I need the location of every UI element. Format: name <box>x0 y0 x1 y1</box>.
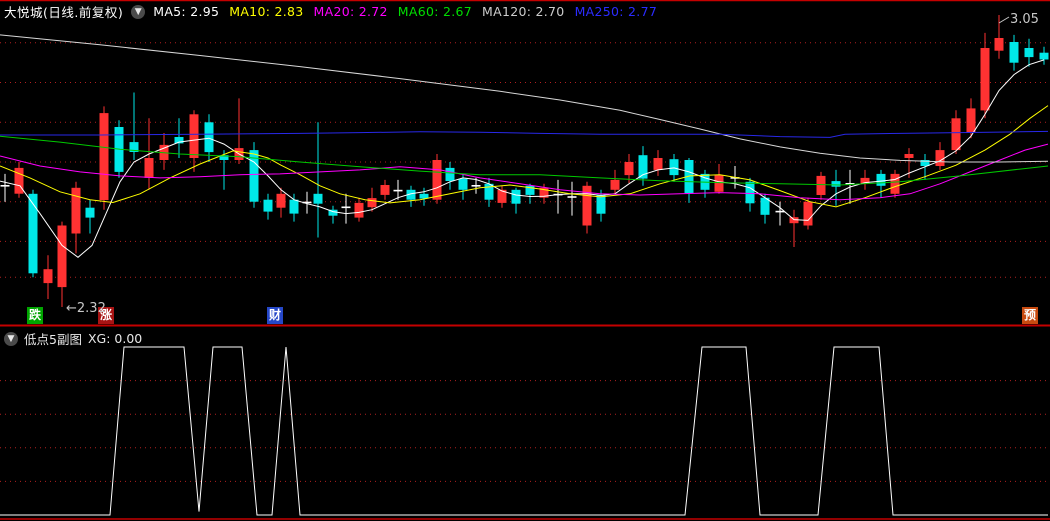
candle <box>367 198 377 208</box>
candle <box>471 185 481 187</box>
candle <box>966 108 976 133</box>
candle <box>71 187 81 234</box>
candle <box>775 210 785 213</box>
candle <box>980 48 990 111</box>
ma-legend-item: MA120: 2.70 <box>482 4 565 19</box>
event-badge[interactable]: 财 <box>267 307 283 324</box>
candle <box>0 185 10 187</box>
chevron-down-icon[interactable]: ▼ <box>4 331 18 346</box>
candle <box>276 193 286 208</box>
candle <box>890 173 900 194</box>
ma-legend: MA5: 2.95 MA10: 2.83 MA20: 2.72 MA60: 2.67 M… <box>153 4 657 19</box>
ma-legend-item: MA10: 2.83 <box>229 4 304 19</box>
candle <box>144 158 154 178</box>
low-price-label: ←2.32 <box>66 301 106 316</box>
main-chart-header: 大悦城(日线.前复权) ▼ MA5: 2.95 MA10: 2.83 MA20: 2… <box>4 2 657 21</box>
high-pointer-line <box>998 16 1010 24</box>
candle <box>1009 42 1019 63</box>
candle <box>445 167 455 181</box>
candle <box>289 199 299 214</box>
event-badge[interactable]: 跌 <box>27 307 43 324</box>
candle <box>994 38 1004 51</box>
ma-legend-item: MA20: 2.72 <box>313 4 388 19</box>
candle <box>511 189 521 204</box>
candle <box>432 160 442 200</box>
candle <box>596 195 606 214</box>
candle <box>85 207 95 218</box>
candle <box>567 196 577 198</box>
ma-legend-item: MA60: 2.67 <box>397 4 473 19</box>
candle <box>57 225 67 288</box>
candle <box>714 175 724 192</box>
candle <box>263 199 273 212</box>
candle <box>313 193 323 204</box>
candle <box>189 114 199 158</box>
indicator-status-value: 0.00 <box>114 331 143 346</box>
candle <box>43 269 53 284</box>
indicator-title: 低点5副图 <box>24 332 82 347</box>
candle <box>28 193 38 274</box>
candle <box>803 201 813 226</box>
chevron-down-icon[interactable]: ▼ <box>131 4 146 19</box>
candle <box>99 113 109 201</box>
stock-app-window: 大悦城(日线.前复权) ▼ MA5: 2.95 MA10: 2.83 MA20: 2… <box>0 0 1050 521</box>
ma-line-MA250 <box>0 130 1049 138</box>
candle <box>380 185 390 195</box>
candle <box>354 202 364 218</box>
candle <box>669 159 679 176</box>
candle <box>904 154 914 158</box>
high-price-label: 3.05 <box>1010 12 1039 27</box>
kline-chart-canvas[interactable] <box>0 0 1050 521</box>
signal-line <box>0 346 1048 516</box>
ma-legend-item: MA5: 2.95 <box>153 4 220 19</box>
candle <box>204 122 214 153</box>
event-badge[interactable]: 预 <box>1022 307 1038 324</box>
ma-line-MA5 <box>0 59 1045 258</box>
stock-title: 大悦城(日线.前复权) <box>4 5 124 20</box>
candle <box>393 189 403 192</box>
candle <box>1024 48 1034 58</box>
candle <box>831 181 841 187</box>
candle <box>935 150 945 166</box>
candle <box>653 158 663 170</box>
candle <box>624 162 634 176</box>
ma-legend-item: MA250: 2.77 <box>574 4 658 19</box>
candle <box>610 179 620 190</box>
candle <box>745 181 755 204</box>
ma-line-MA120 <box>0 34 1049 163</box>
candle <box>341 206 351 209</box>
sub-chart-header: ▼ 低点5副图 XG: 0.00 <box>4 329 142 348</box>
candle <box>951 118 961 151</box>
candle <box>876 173 886 186</box>
candle <box>1039 52 1049 60</box>
candle <box>458 178 468 190</box>
indicator-status: XG: 0.00 <box>88 331 142 346</box>
candle <box>816 175 826 195</box>
indicator-status-label: XG: <box>87 331 111 346</box>
